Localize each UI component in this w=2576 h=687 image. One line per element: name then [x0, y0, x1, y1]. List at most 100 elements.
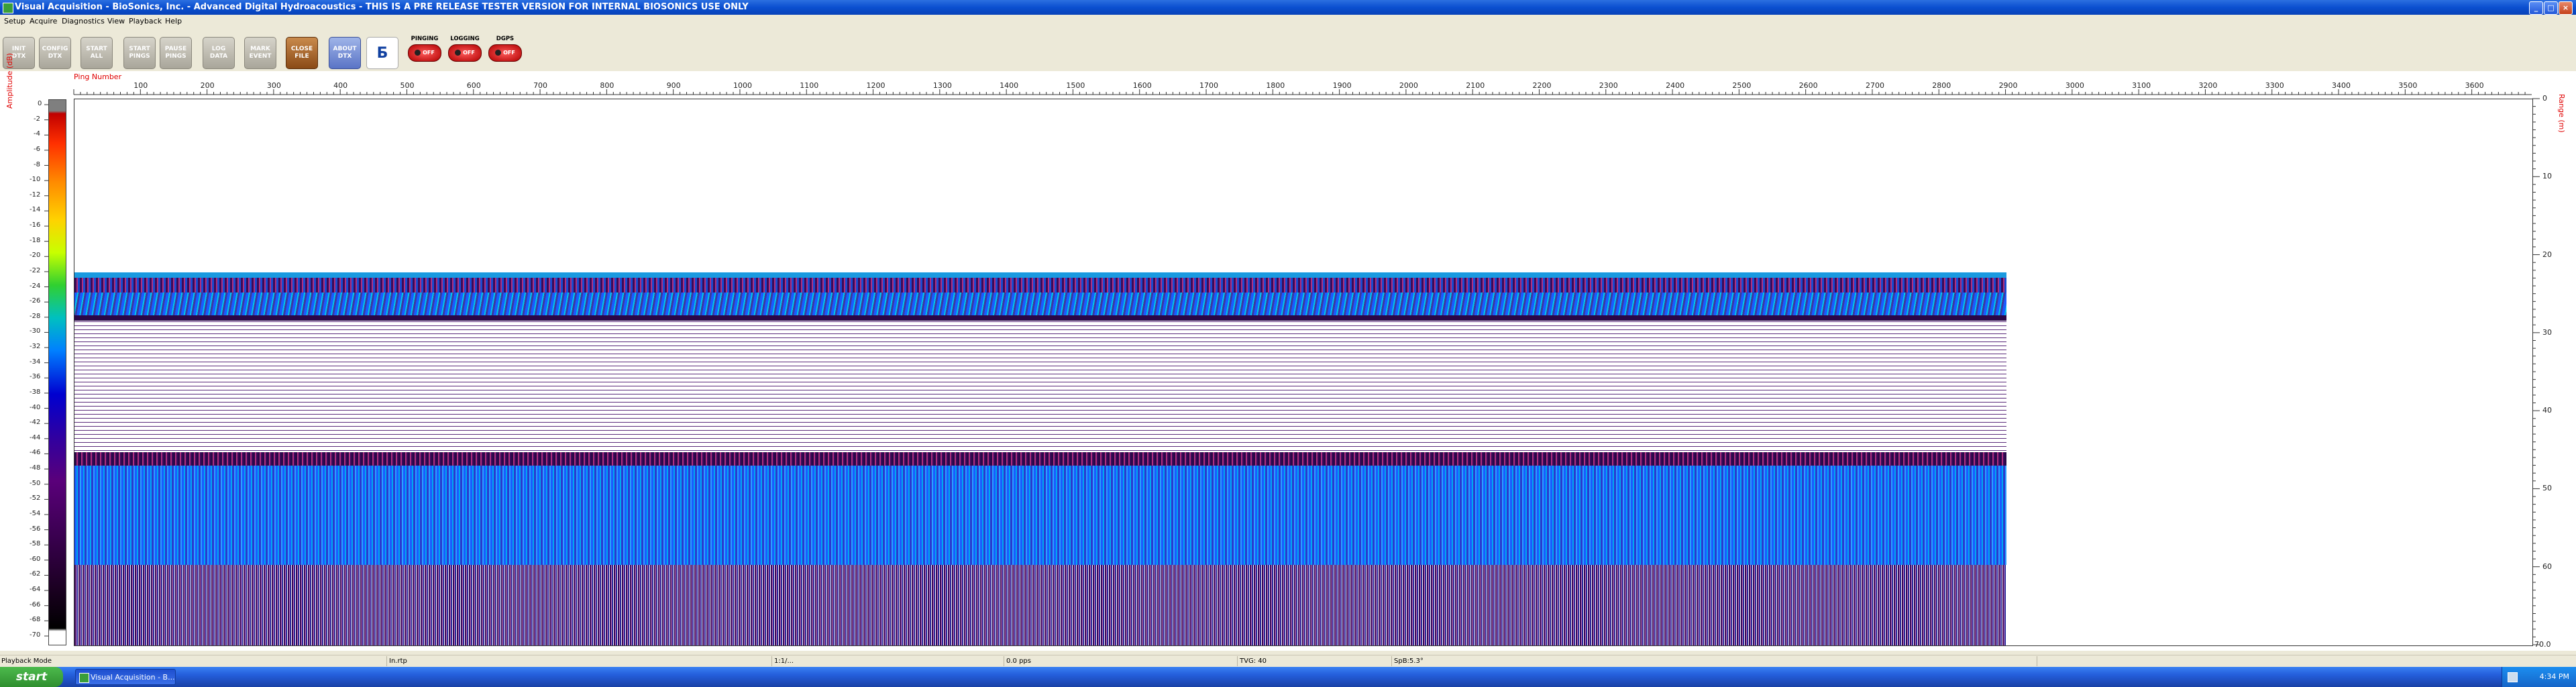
status-rate: 0.0 pps	[1006, 657, 1031, 665]
x-tick-label: 900	[666, 81, 681, 90]
x-tick-label: 3400	[2332, 81, 2351, 90]
amplitude-tick-label: -48	[30, 464, 41, 472]
logging-label: LOGGING	[450, 36, 480, 42]
x-tick-label: 3600	[2465, 81, 2484, 90]
x-tick-label: 500	[400, 81, 415, 90]
amplitude-tick-label: -46	[30, 449, 41, 457]
x-tick-label: 3300	[2265, 81, 2284, 90]
status-separator	[386, 656, 387, 666]
log-data-button[interactable]: LOG DATA	[203, 37, 235, 69]
x-tick-label: 1100	[800, 81, 819, 90]
menu-playback[interactable]: Playback	[129, 17, 162, 25]
range-tick-label: 40	[2542, 406, 2552, 415]
x-tick-label: 3100	[2132, 81, 2151, 90]
status-sp: SpB:5.3°	[1394, 657, 1424, 665]
amplitude-tick-label: -50	[30, 479, 41, 487]
surface-noise-band	[74, 278, 2006, 293]
status-tvg: TVG: 40	[1240, 657, 1267, 665]
range-axis-label: Range (m)	[2557, 94, 2566, 133]
menu-help[interactable]: Help	[165, 17, 182, 25]
range-tick-label: 60	[2542, 562, 2552, 571]
amplitude-tick-label: -42	[30, 419, 41, 427]
amplitude-tick-label: -22	[30, 266, 41, 274]
x-tick-label: 1200	[866, 81, 885, 90]
amplitude-tick-label: -30	[30, 327, 41, 335]
config-dtx-button[interactable]: CONFIG DTX	[39, 37, 71, 69]
menu-diagnostics[interactable]: Diagnostics	[62, 17, 105, 25]
echogram-plot[interactable]	[74, 99, 2533, 646]
upper-blue-band	[74, 293, 2006, 315]
range-end-label: 70.0	[2534, 640, 2551, 649]
x-tick-label: 2600	[1799, 81, 1818, 90]
biosonics-logo-icon: Ƃ	[366, 37, 398, 69]
close-file-button[interactable]: CLOSE FILE	[286, 37, 318, 69]
amplitude-tick-label: -28	[30, 312, 41, 320]
range-tick-label: 30	[2542, 327, 2552, 337]
x-tick-label: 2900	[1998, 81, 2018, 90]
menu-acquire[interactable]: Acquire	[30, 17, 57, 25]
x-tick-label: 3000	[2065, 81, 2084, 90]
close-button[interactable]: ×	[2559, 1, 2573, 15]
amplitude-tick-label: -60	[30, 555, 41, 563]
range-tick-label: 20	[2542, 250, 2552, 259]
dgps-state: OFF	[488, 44, 522, 62]
menu-bar: Setup Acquire Diagnostics View Playback …	[0, 15, 2576, 27]
status-separator	[771, 656, 772, 666]
x-tick-label: 3500	[2398, 81, 2418, 90]
x-tick-label: 1600	[1132, 81, 1152, 90]
mark-event-button[interactable]: MARK EVENT	[244, 37, 276, 69]
taskbar-item-visual-acquisition[interactable]: Visual Acquisition - B...	[75, 669, 176, 685]
midwater-scatter	[74, 321, 2006, 452]
amplitude-tick-label: -64	[30, 586, 41, 594]
x-tick-label: 2400	[1666, 81, 1685, 90]
tray-icon[interactable]	[2508, 672, 2518, 682]
menu-view[interactable]: View	[107, 17, 125, 25]
bottom-echo-line	[74, 452, 2006, 466]
start-all-button[interactable]: START ALL	[80, 37, 113, 69]
amplitude-tick-label: -20	[30, 252, 41, 260]
range-tick-label: 50	[2542, 484, 2552, 493]
lower-purple-band	[74, 565, 2006, 645]
amplitude-tick-label: 0	[38, 100, 42, 107]
amplitude-tick-label: -18	[30, 236, 41, 244]
x-tick-label: 2300	[1599, 81, 1618, 90]
x-axis-label: Ping Number	[74, 72, 122, 81]
amplitude-tick-label: -68	[30, 616, 41, 624]
start-button[interactable]: start	[0, 667, 63, 687]
range-tick-label: 10	[2542, 172, 2552, 181]
dgps-indicator[interactable]: DGPS OFF	[486, 34, 525, 68]
taskbar: start Visual Acquisition - B... 4:34 PM	[0, 667, 2576, 687]
amplitude-tick-label: -62	[30, 570, 41, 578]
minimize-button[interactable]: _	[2529, 1, 2543, 15]
system-tray: 4:34 PM	[2502, 667, 2576, 687]
x-tick-label: 2100	[1466, 81, 1485, 90]
pinging-indicator[interactable]: PINGING OFF	[405, 34, 444, 68]
x-tick-label: 1400	[1000, 81, 1019, 90]
amplitude-tick-label: -8	[34, 160, 40, 168]
lower-blue-band	[74, 466, 2006, 565]
amplitude-tick-label: -12	[30, 191, 41, 199]
x-tick-label: 1500	[1066, 81, 1085, 90]
about-dtx-button[interactable]: ABOUT DTX	[329, 37, 361, 69]
pause-pings-button[interactable]: PAUSE PINGS	[160, 37, 192, 69]
amplitude-tick-label: -4	[34, 130, 40, 138]
amplitude-colorbar	[48, 99, 66, 645]
x-tick-label: 1900	[1332, 81, 1352, 90]
start-pings-button[interactable]: START PINGS	[123, 37, 156, 69]
amplitude-tick-label: -16	[30, 221, 41, 229]
echogram-data	[74, 272, 2006, 645]
logging-indicator[interactable]: LOGGING OFF	[445, 34, 484, 68]
x-tick-label: 3200	[2198, 81, 2218, 90]
amplitude-tick-label: -34	[30, 358, 41, 366]
dgps-label: DGPS	[496, 36, 515, 42]
amplitude-tick-label: -70	[30, 631, 41, 639]
amplitude-tick-label: -56	[30, 525, 41, 533]
window-title: Visual Acquisition - BioSonics, Inc. - A…	[15, 2, 749, 12]
x-tick-label: 800	[600, 81, 614, 90]
x-tick-label: 1000	[733, 81, 752, 90]
x-tick-label: 300	[266, 81, 281, 90]
app-icon	[3, 3, 13, 13]
menu-setup[interactable]: Setup	[4, 17, 25, 25]
maximize-button[interactable]: □	[2544, 1, 2558, 15]
status-separator	[1237, 656, 1238, 666]
